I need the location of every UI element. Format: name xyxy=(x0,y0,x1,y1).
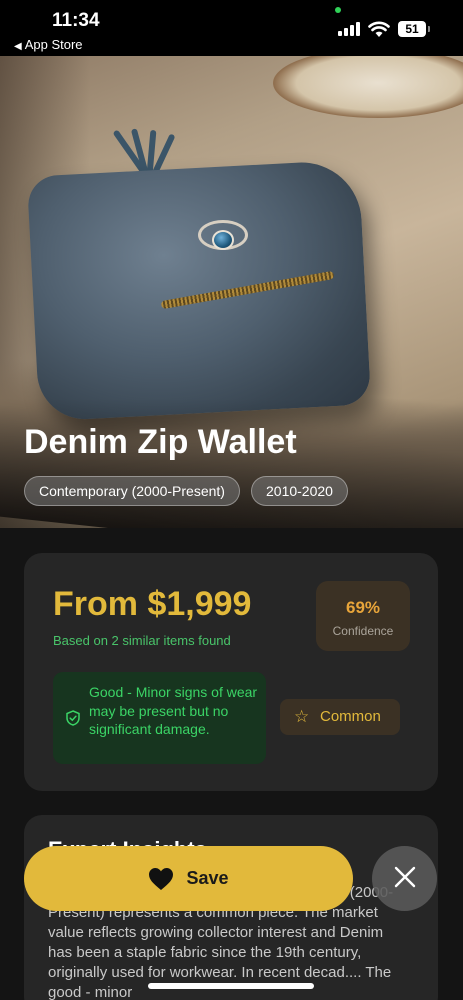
shield-check-icon xyxy=(66,710,80,726)
ring-image xyxy=(198,216,252,256)
privacy-indicator-dot xyxy=(335,7,341,13)
back-to-app-store[interactable]: ◀ App Store xyxy=(14,37,83,52)
home-indicator xyxy=(148,983,314,989)
status-bar: 11:34 ◀ App Store 51 xyxy=(0,0,463,56)
condition-badge: Good - Minor signs of wear may be presen… xyxy=(53,672,266,764)
save-label: Save xyxy=(186,868,229,888)
wifi-icon xyxy=(368,21,390,37)
price-basis-note: Based on 2 similar items found xyxy=(53,633,231,648)
battery-icon: 51 xyxy=(398,21,426,37)
status-time: 11:34 xyxy=(52,10,100,31)
star-icon: ☆ xyxy=(294,707,310,726)
rarity-badge: ☆ Common xyxy=(280,699,400,735)
decorative-plate xyxy=(273,56,463,118)
rarity-label: Common xyxy=(320,708,381,725)
confidence-label: Confidence xyxy=(332,624,394,638)
signal-icon xyxy=(338,22,360,36)
price-estimate: From $1,999 xyxy=(53,585,252,623)
confidence-value: 69% xyxy=(345,598,381,617)
denim-wallet-image xyxy=(26,159,372,422)
confidence-badge: 69% Confidence xyxy=(316,581,410,651)
close-icon xyxy=(394,866,415,888)
battery-tip xyxy=(428,26,430,32)
item-title: Denim Zip Wallet xyxy=(24,423,297,461)
heart-icon xyxy=(149,867,174,890)
valuation-card: From $1,999 Based on 2 similar items fou… xyxy=(24,553,438,791)
decade-tag: 2010-2020 xyxy=(251,476,348,506)
close-button[interactable] xyxy=(372,846,437,911)
condition-text: Good - Minor signs of wear may be presen… xyxy=(89,684,258,737)
save-button[interactable]: Save xyxy=(24,846,353,911)
back-triangle-icon: ◀ xyxy=(14,41,22,52)
era-tag: Contemporary (2000-Present) xyxy=(24,476,240,506)
back-label: App Store xyxy=(24,37,83,52)
